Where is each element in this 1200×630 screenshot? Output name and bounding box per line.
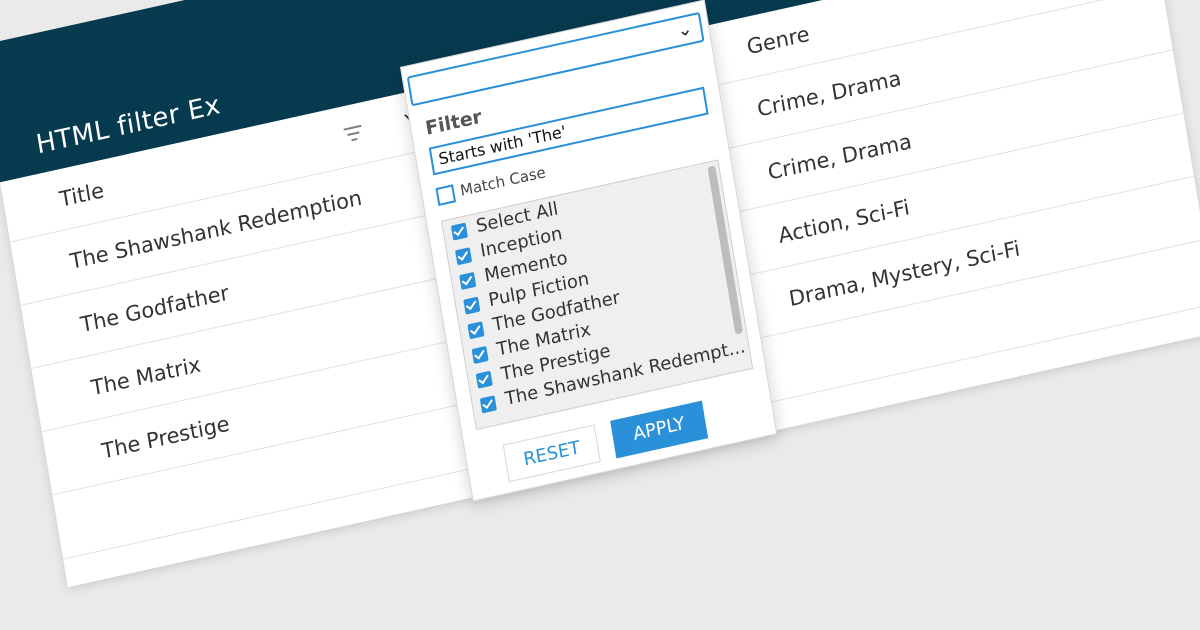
checkbox-checked-icon[interactable] <box>471 345 489 364</box>
match-case-label: Match Case <box>458 163 547 200</box>
filter-icon[interactable] <box>343 124 364 143</box>
checkbox-checked-icon[interactable] <box>467 320 485 339</box>
filter-value-list[interactable]: Select All Inception Memento Pulp Fictio… <box>440 159 754 431</box>
tilted-grid-scene: Title Year Genre The Shawshank Redemptio… <box>0 0 1200 622</box>
checkbox-checked-icon[interactable] <box>475 370 493 389</box>
checkbox-checked-icon[interactable] <box>459 271 477 290</box>
filter-heading: Filter <box>423 105 484 140</box>
checkbox-checked-icon[interactable] <box>454 246 473 265</box>
column-header-title[interactable]: Title <box>55 160 109 229</box>
checkbox-checked-icon[interactable] <box>479 394 497 413</box>
reset-button[interactable]: RESET <box>502 424 601 483</box>
match-case-checkbox[interactable] <box>435 183 456 206</box>
filter-input[interactable]: Starts with 'The' <box>428 86 709 176</box>
chevron-down-icon: ⌄ <box>675 17 694 42</box>
checkbox-checked-icon[interactable] <box>463 296 481 315</box>
apply-button[interactable]: APPLY <box>610 400 709 459</box>
checkbox-checked-icon[interactable] <box>450 222 468 241</box>
